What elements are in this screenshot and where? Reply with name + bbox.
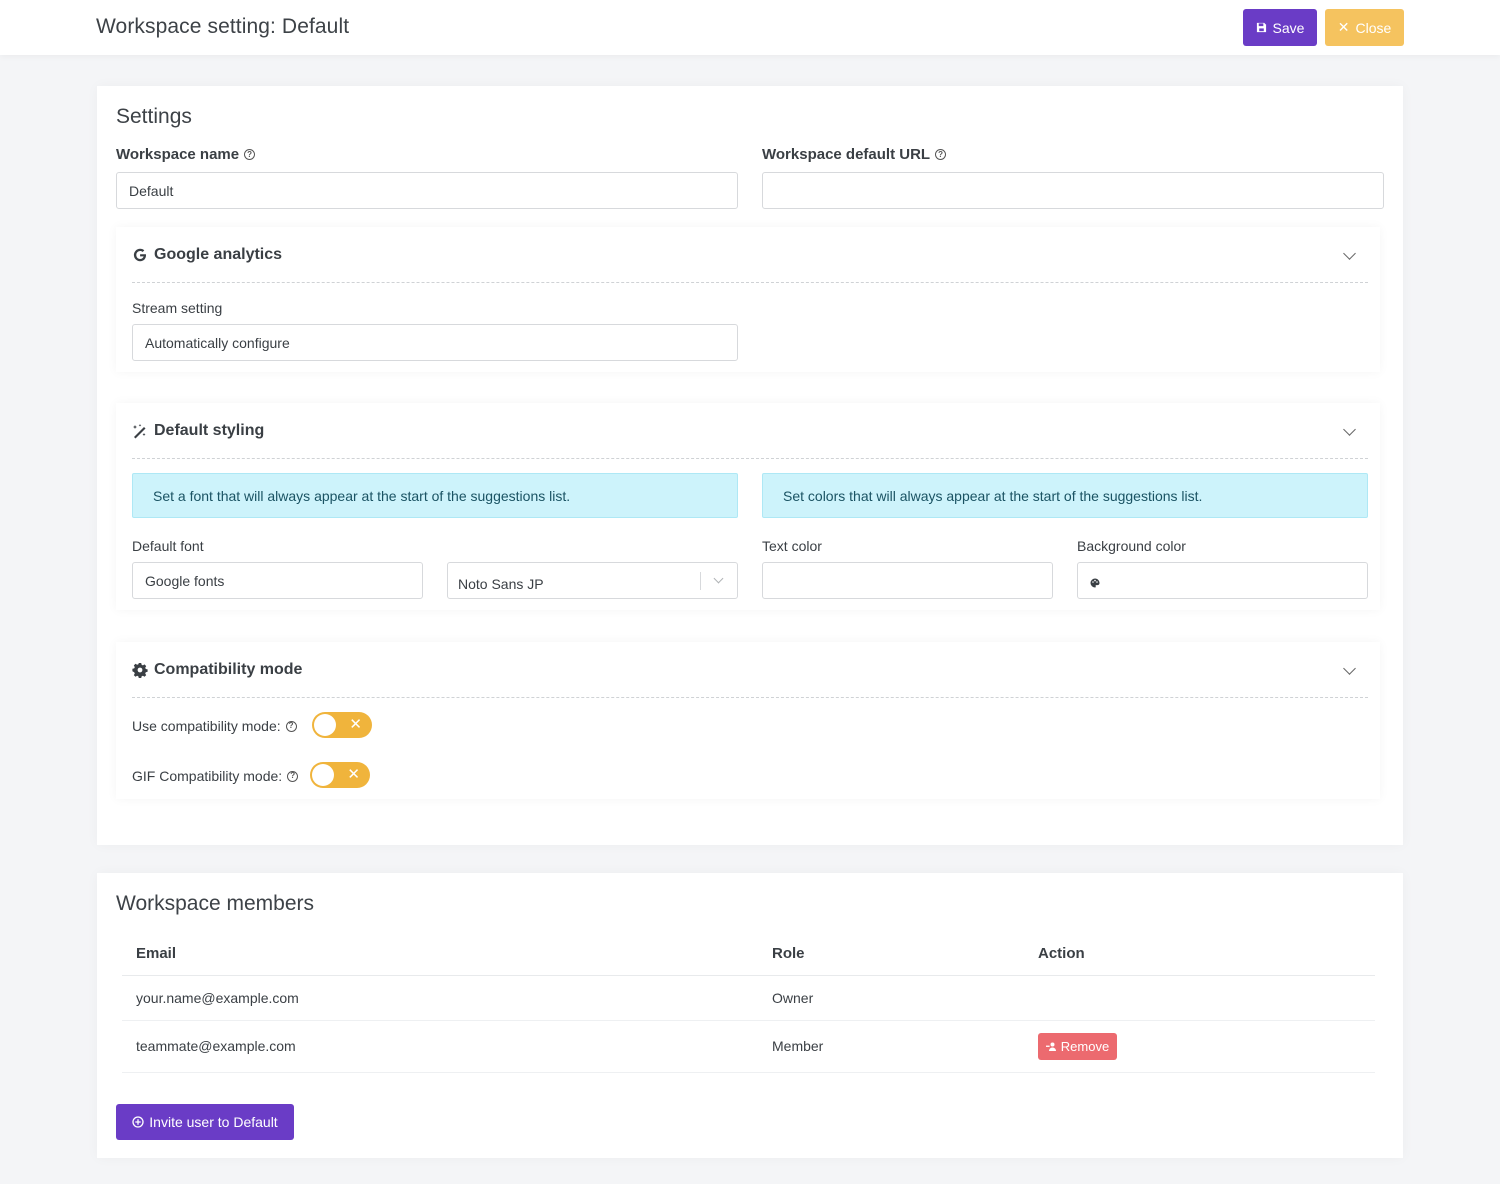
help-icon[interactable]: ? xyxy=(285,720,297,732)
toggle-knob xyxy=(312,764,334,786)
help-icon[interactable]: ? xyxy=(935,149,947,160)
background-color-input[interactable] xyxy=(1077,562,1368,599)
workspace-name-input[interactable]: Default xyxy=(116,172,738,209)
default-url-label: Workspace default URL ? xyxy=(762,146,947,163)
plus-circle-icon xyxy=(132,1116,144,1128)
column-header-email: Email xyxy=(122,933,758,976)
font-info-text: Set a font that will always appear at th… xyxy=(153,487,571,504)
member-email: your.name@example.com xyxy=(122,975,758,1021)
settings-card: Settings Workspace name ? Default Worksp… xyxy=(97,86,1403,845)
workspace-name-label-text: Workspace name xyxy=(116,146,240,163)
magic-wand-icon xyxy=(133,423,146,438)
font-info-alert: Set a font that will always appear at th… xyxy=(132,473,738,518)
floppy-disk-icon xyxy=(1256,22,1266,33)
remove-member-button[interactable]: Remove xyxy=(1038,1032,1117,1060)
save-button-label: Save xyxy=(1272,19,1305,36)
text-color-input[interactable] xyxy=(762,562,1053,599)
gif-compatibility-toggle[interactable]: ✕ xyxy=(310,762,370,788)
compatibility-header[interactable]: Compatibility mode xyxy=(132,642,1368,698)
google-analytics-panel: Google analytics Stream setting Automati… xyxy=(116,227,1380,372)
top-bar: Workspace setting: Default Save ✕ Close xyxy=(0,0,1500,55)
table-header-row: Email Role Action xyxy=(122,933,1375,976)
invite-user-button[interactable]: Invite user to Default xyxy=(116,1104,294,1140)
close-button[interactable]: ✕ Close xyxy=(1325,9,1404,46)
page-title: Workspace setting: Default xyxy=(96,15,350,38)
chevron-down-icon[interactable] xyxy=(1343,247,1356,260)
close-button-label: Close xyxy=(1355,19,1392,36)
palette-icon xyxy=(1090,578,1100,587)
remove-button-label: Remove xyxy=(1060,1038,1110,1054)
default-url-input[interactable] xyxy=(762,172,1384,209)
default-font-label: Default font xyxy=(132,538,204,554)
members-card: Workspace members Email Role Action your… xyxy=(97,873,1403,1158)
member-action: Remove xyxy=(1024,1020,1375,1073)
compatibility-panel: Compatibility mode Use compatibility mod… xyxy=(116,642,1380,799)
stream-setting-label: Stream setting xyxy=(132,300,223,316)
color-info-alert: Set colors that will always appear at th… xyxy=(762,473,1368,518)
google-icon xyxy=(133,248,146,261)
member-email: teammate@example.com xyxy=(122,1020,758,1073)
chevron-down-icon[interactable] xyxy=(1343,662,1356,675)
workspace-name-label: Workspace name ? xyxy=(116,146,256,163)
remove-user-icon xyxy=(1045,1042,1056,1051)
use-compatibility-label: Use compatibility mode: ? xyxy=(132,718,297,734)
gif-compatibility-label: GIF Compatibility mode: ? xyxy=(132,768,299,784)
default-url-label-text: Workspace default URL xyxy=(762,146,931,163)
close-icon: ✕ xyxy=(1337,19,1350,35)
member-role: Member xyxy=(758,1020,1024,1073)
settings-title: Settings xyxy=(116,105,192,128)
member-role: Owner xyxy=(758,975,1024,1021)
font-select-value: Noto Sans JP xyxy=(458,575,544,592)
select-separator xyxy=(700,572,701,590)
table-row: teammate@example.com Member Remove xyxy=(122,1020,1375,1073)
member-action xyxy=(1024,975,1375,1021)
google-analytics-header[interactable]: Google analytics xyxy=(132,227,1368,283)
chevron-down-icon[interactable] xyxy=(1343,423,1356,436)
font-select[interactable]: Noto Sans JP xyxy=(447,562,738,599)
workspace-name-value: Default xyxy=(129,182,174,199)
help-icon[interactable]: ? xyxy=(287,770,299,782)
use-compatibility-toggle[interactable]: ✕ xyxy=(312,712,372,738)
default-styling-header[interactable]: Default styling xyxy=(132,403,1368,459)
invite-button-label: Invite user to Default xyxy=(149,1114,278,1130)
gear-icon xyxy=(132,662,148,678)
close-icon: ✕ xyxy=(349,716,362,733)
members-title: Workspace members xyxy=(116,892,315,915)
chevron-down-icon[interactable] xyxy=(713,573,724,584)
members-table: Email Role Action your.name@example.com … xyxy=(122,933,1375,1073)
google-analytics-title: Google analytics xyxy=(154,245,283,263)
toggle-knob xyxy=(314,714,336,736)
background-color-label: Background color xyxy=(1077,538,1186,554)
close-icon: ✕ xyxy=(347,766,360,783)
text-color-label: Text color xyxy=(762,538,822,554)
help-icon[interactable]: ? xyxy=(244,149,256,160)
compatibility-title: Compatibility mode xyxy=(154,660,303,678)
stream-setting-input[interactable]: Automatically configure xyxy=(132,324,738,361)
save-button[interactable]: Save xyxy=(1243,9,1317,46)
default-styling-panel: Default styling Set a font that will alw… xyxy=(116,403,1380,610)
column-header-role: Role xyxy=(758,933,1024,976)
column-header-action: Action xyxy=(1024,933,1375,976)
table-row: your.name@example.com Owner xyxy=(122,975,1375,1021)
gif-compatibility-label-text: GIF Compatibility mode: xyxy=(132,768,283,784)
default-styling-title: Default styling xyxy=(154,421,265,439)
font-source-value: Google fonts xyxy=(145,572,225,589)
use-compatibility-label-text: Use compatibility mode: xyxy=(132,718,281,734)
stream-setting-value: Automatically configure xyxy=(145,334,290,351)
color-info-text: Set colors that will always appear at th… xyxy=(783,487,1203,504)
font-source-input[interactable]: Google fonts xyxy=(132,562,423,599)
